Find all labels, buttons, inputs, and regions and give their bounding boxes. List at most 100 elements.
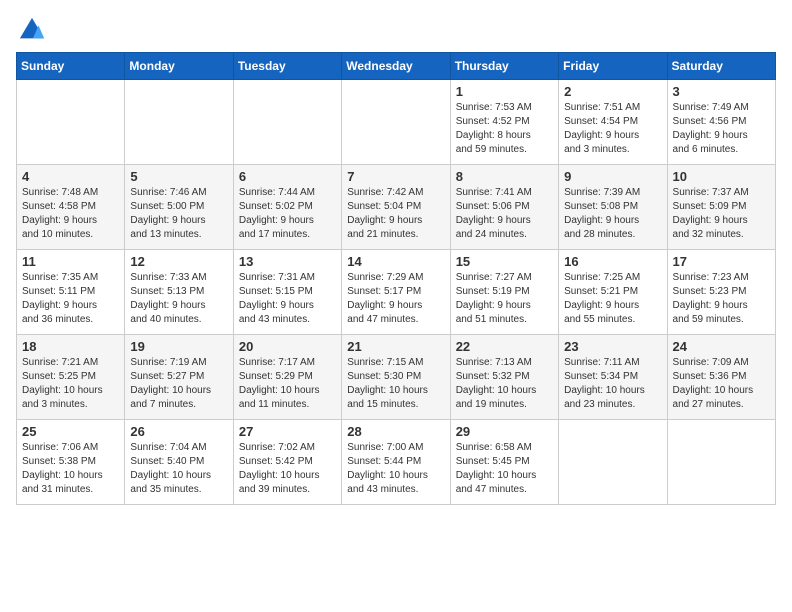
day-number: 10: [673, 169, 770, 184]
day-number: 23: [564, 339, 661, 354]
calendar-cell: 20 Sunrise: 7:17 AM Sunset: 5:29 PM Dayli…: [233, 335, 341, 420]
day-info: Sunrise: 7:49 AM Sunset: 4:56 PM Dayligh…: [673, 101, 770, 157]
calendar-cell: 25 Sunrise: 7:06 AM Sunset: 5:38 PM Dayli…: [17, 420, 125, 505]
calendar-cell: 10 Sunrise: 7:37 AM Sunset: 5:09 PM Dayli…: [667, 165, 775, 250]
day-number: 9: [564, 169, 661, 184]
day-info: Sunrise: 7:31 AM Sunset: 5:15 PM Dayligh…: [239, 271, 336, 327]
day-number: 26: [130, 424, 227, 439]
day-info: Sunrise: 7:41 AM Sunset: 5:06 PM Dayligh…: [456, 186, 553, 242]
day-info: Sunrise: 7:35 AM Sunset: 5:11 PM Dayligh…: [22, 271, 119, 327]
day-header-saturday: Saturday: [667, 53, 775, 80]
day-info: Sunrise: 7:44 AM Sunset: 5:02 PM Dayligh…: [239, 186, 336, 242]
calendar-cell: 6 Sunrise: 7:44 AM Sunset: 5:02 PM Daylig…: [233, 165, 341, 250]
day-info: Sunrise: 7:15 AM Sunset: 5:30 PM Dayligh…: [347, 356, 444, 412]
calendar-cell: 7 Sunrise: 7:42 AM Sunset: 5:04 PM Daylig…: [342, 165, 450, 250]
day-header-friday: Friday: [559, 53, 667, 80]
calendar-cell: 19 Sunrise: 7:19 AM Sunset: 5:27 PM Dayli…: [125, 335, 233, 420]
day-number: 2: [564, 84, 661, 99]
day-number: 29: [456, 424, 553, 439]
calendar-cell: 15 Sunrise: 7:27 AM Sunset: 5:19 PM Dayli…: [450, 250, 558, 335]
day-info: Sunrise: 7:11 AM Sunset: 5:34 PM Dayligh…: [564, 356, 661, 412]
calendar-cell: 14 Sunrise: 7:29 AM Sunset: 5:17 PM Dayli…: [342, 250, 450, 335]
day-number: 25: [22, 424, 119, 439]
day-number: 18: [22, 339, 119, 354]
calendar-cell: 16 Sunrise: 7:25 AM Sunset: 5:21 PM Dayli…: [559, 250, 667, 335]
calendar-cell: 23 Sunrise: 7:11 AM Sunset: 5:34 PM Dayli…: [559, 335, 667, 420]
calendar-cell: 12 Sunrise: 7:33 AM Sunset: 5:13 PM Dayli…: [125, 250, 233, 335]
calendar-cell: 13 Sunrise: 7:31 AM Sunset: 5:15 PM Dayli…: [233, 250, 341, 335]
day-info: Sunrise: 7:02 AM Sunset: 5:42 PM Dayligh…: [239, 441, 336, 497]
day-info: Sunrise: 7:53 AM Sunset: 4:52 PM Dayligh…: [456, 101, 553, 157]
day-number: 20: [239, 339, 336, 354]
calendar-table: SundayMondayTuesdayWednesdayThursdayFrid…: [16, 52, 776, 505]
day-header-tuesday: Tuesday: [233, 53, 341, 80]
day-number: 19: [130, 339, 227, 354]
day-info: Sunrise: 7:46 AM Sunset: 5:00 PM Dayligh…: [130, 186, 227, 242]
calendar-cell: 24 Sunrise: 7:09 AM Sunset: 5:36 PM Dayli…: [667, 335, 775, 420]
day-number: 27: [239, 424, 336, 439]
day-number: 4: [22, 169, 119, 184]
day-info: Sunrise: 7:06 AM Sunset: 5:38 PM Dayligh…: [22, 441, 119, 497]
day-info: Sunrise: 7:00 AM Sunset: 5:44 PM Dayligh…: [347, 441, 444, 497]
calendar-cell: 28 Sunrise: 7:00 AM Sunset: 5:44 PM Dayli…: [342, 420, 450, 505]
day-number: 13: [239, 254, 336, 269]
day-header-thursday: Thursday: [450, 53, 558, 80]
day-info: Sunrise: 7:39 AM Sunset: 5:08 PM Dayligh…: [564, 186, 661, 242]
day-number: 8: [456, 169, 553, 184]
calendar-cell: [125, 80, 233, 165]
day-info: Sunrise: 7:13 AM Sunset: 5:32 PM Dayligh…: [456, 356, 553, 412]
calendar-cell: 3 Sunrise: 7:49 AM Sunset: 4:56 PM Daylig…: [667, 80, 775, 165]
day-info: Sunrise: 7:48 AM Sunset: 4:58 PM Dayligh…: [22, 186, 119, 242]
day-number: 14: [347, 254, 444, 269]
calendar-cell: 4 Sunrise: 7:48 AM Sunset: 4:58 PM Daylig…: [17, 165, 125, 250]
day-number: 11: [22, 254, 119, 269]
day-number: 5: [130, 169, 227, 184]
calendar-cell: 8 Sunrise: 7:41 AM Sunset: 5:06 PM Daylig…: [450, 165, 558, 250]
day-info: Sunrise: 7:27 AM Sunset: 5:19 PM Dayligh…: [456, 271, 553, 327]
day-info: Sunrise: 6:58 AM Sunset: 5:45 PM Dayligh…: [456, 441, 553, 497]
calendar-cell: [233, 80, 341, 165]
day-number: 7: [347, 169, 444, 184]
day-number: 6: [239, 169, 336, 184]
day-number: 3: [673, 84, 770, 99]
calendar-cell: [667, 420, 775, 505]
day-info: Sunrise: 7:29 AM Sunset: 5:17 PM Dayligh…: [347, 271, 444, 327]
day-number: 28: [347, 424, 444, 439]
day-info: Sunrise: 7:21 AM Sunset: 5:25 PM Dayligh…: [22, 356, 119, 412]
day-number: 12: [130, 254, 227, 269]
calendar-cell: 2 Sunrise: 7:51 AM Sunset: 4:54 PM Daylig…: [559, 80, 667, 165]
calendar-cell: [17, 80, 125, 165]
day-info: Sunrise: 7:09 AM Sunset: 5:36 PM Dayligh…: [673, 356, 770, 412]
day-info: Sunrise: 7:04 AM Sunset: 5:40 PM Dayligh…: [130, 441, 227, 497]
day-header-sunday: Sunday: [17, 53, 125, 80]
day-number: 16: [564, 254, 661, 269]
calendar-cell: 17Sunrise: 7:23 AM Sunset: 5:23 PM Dayli…: [667, 250, 775, 335]
day-info: Sunrise: 7:37 AM Sunset: 5:09 PM Dayligh…: [673, 186, 770, 242]
calendar-cell: [342, 80, 450, 165]
day-number: 22: [456, 339, 553, 354]
calendar-cell: 27 Sunrise: 7:02 AM Sunset: 5:42 PM Dayli…: [233, 420, 341, 505]
day-info: Sunrise: 7:33 AM Sunset: 5:13 PM Dayligh…: [130, 271, 227, 327]
calendar-cell: [559, 420, 667, 505]
day-header-monday: Monday: [125, 53, 233, 80]
day-info: Sunrise: 7:19 AM Sunset: 5:27 PM Dayligh…: [130, 356, 227, 412]
calendar-cell: 22 Sunrise: 7:13 AM Sunset: 5:32 PM Dayli…: [450, 335, 558, 420]
calendar-cell: 11 Sunrise: 7:35 AM Sunset: 5:11 PM Dayli…: [17, 250, 125, 335]
day-number: 21: [347, 339, 444, 354]
header: [16, 16, 776, 40]
calendar-cell: 29 Sunrise: 6:58 AM Sunset: 5:45 PM Dayli…: [450, 420, 558, 505]
logo-icon: [18, 16, 46, 44]
day-number: 1: [456, 84, 553, 99]
day-number: 17: [673, 254, 770, 269]
day-info: Sunrise: 7:17 AM Sunset: 5:29 PM Dayligh…: [239, 356, 336, 412]
day-info: Sunrise: 7:25 AM Sunset: 5:21 PM Dayligh…: [564, 271, 661, 327]
logo: [16, 16, 46, 40]
day-number: 24: [673, 339, 770, 354]
day-info: Sunrise: 7:42 AM Sunset: 5:04 PM Dayligh…: [347, 186, 444, 242]
day-header-wednesday: Wednesday: [342, 53, 450, 80]
calendar-cell: 26 Sunrise: 7:04 AM Sunset: 5:40 PM Dayli…: [125, 420, 233, 505]
day-number: 15: [456, 254, 553, 269]
day-info: Sunrise: 7:51 AM Sunset: 4:54 PM Dayligh…: [564, 101, 661, 157]
calendar-cell: 18 Sunrise: 7:21 AM Sunset: 5:25 PM Dayli…: [17, 335, 125, 420]
calendar-cell: 21 Sunrise: 7:15 AM Sunset: 5:30 PM Dayli…: [342, 335, 450, 420]
